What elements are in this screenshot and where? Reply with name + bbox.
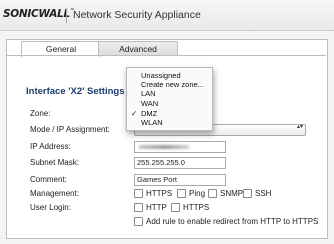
comment-label: Comment: bbox=[30, 175, 67, 184]
ip-address-field[interactable] bbox=[134, 141, 226, 153]
header-divider bbox=[66, 8, 67, 23]
management-ssh-label: SSH bbox=[255, 189, 272, 198]
management-ping-checkbox[interactable] bbox=[177, 189, 186, 198]
mode-label: Mode / IP Assignment: bbox=[30, 125, 110, 134]
logo-text: SONICWALL bbox=[3, 8, 70, 20]
subnet-mask-field[interactable]: 255.255.255.0 bbox=[134, 157, 226, 169]
user-login-label: User Login: bbox=[30, 203, 71, 212]
management-snmp-checkbox[interactable] bbox=[208, 189, 217, 198]
select-arrows-icon: ▴▾ bbox=[296, 124, 303, 130]
zone-option-wlan[interactable]: WLAN bbox=[141, 118, 163, 127]
comment-field[interactable]: Games Port bbox=[134, 174, 226, 186]
zone-label: Zone: bbox=[30, 109, 51, 118]
management-ping-label: Ping bbox=[189, 189, 206, 198]
redirect-label: Add rule to enable redirect from HTTP to… bbox=[146, 217, 319, 226]
zone-option-dmz[interactable]: DMZ bbox=[141, 109, 157, 118]
management-label: Management: bbox=[30, 189, 79, 198]
app-title: Network Security Appliance bbox=[73, 9, 201, 21]
subnet-mask-label: Subnet Mask: bbox=[30, 158, 79, 167]
management-https-checkbox[interactable] bbox=[134, 189, 143, 198]
user-login-https-checkbox[interactable] bbox=[171, 203, 180, 212]
user-login-https-label: HTTPS bbox=[183, 203, 210, 212]
zone-dropdown-menu: Unassigned Create new zone... LAN WAN ✓ … bbox=[126, 67, 213, 131]
user-login-http-checkbox[interactable] bbox=[134, 203, 143, 212]
tab-divider bbox=[6, 55, 326, 56]
management-snmp-label: SNMP bbox=[220, 189, 244, 198]
management-ssh-checkbox[interactable] bbox=[243, 189, 252, 198]
zone-option-lan[interactable]: LAN bbox=[141, 89, 156, 98]
management-https-label: HTTPS bbox=[146, 189, 173, 198]
section-title: Interface 'X2' Settings bbox=[26, 86, 125, 97]
app-header: SONICWALL™ Network Security Appliance bbox=[0, 0, 334, 31]
blurred-ip-value bbox=[139, 145, 189, 149]
checkmark-icon: ✓ bbox=[131, 109, 138, 118]
zone-option-wan[interactable]: WAN bbox=[141, 99, 158, 108]
tab-advanced[interactable]: Advanced bbox=[98, 41, 178, 56]
zone-option-unassigned[interactable]: Unassigned bbox=[141, 71, 181, 80]
redirect-checkbox[interactable] bbox=[134, 217, 143, 226]
sonicwall-logo: SONICWALL™ bbox=[3, 8, 75, 24]
zone-option-create-new[interactable]: Create new zone... bbox=[141, 80, 204, 89]
user-login-http-label: HTTP bbox=[146, 203, 167, 212]
ip-address-label: IP Address: bbox=[30, 142, 71, 151]
